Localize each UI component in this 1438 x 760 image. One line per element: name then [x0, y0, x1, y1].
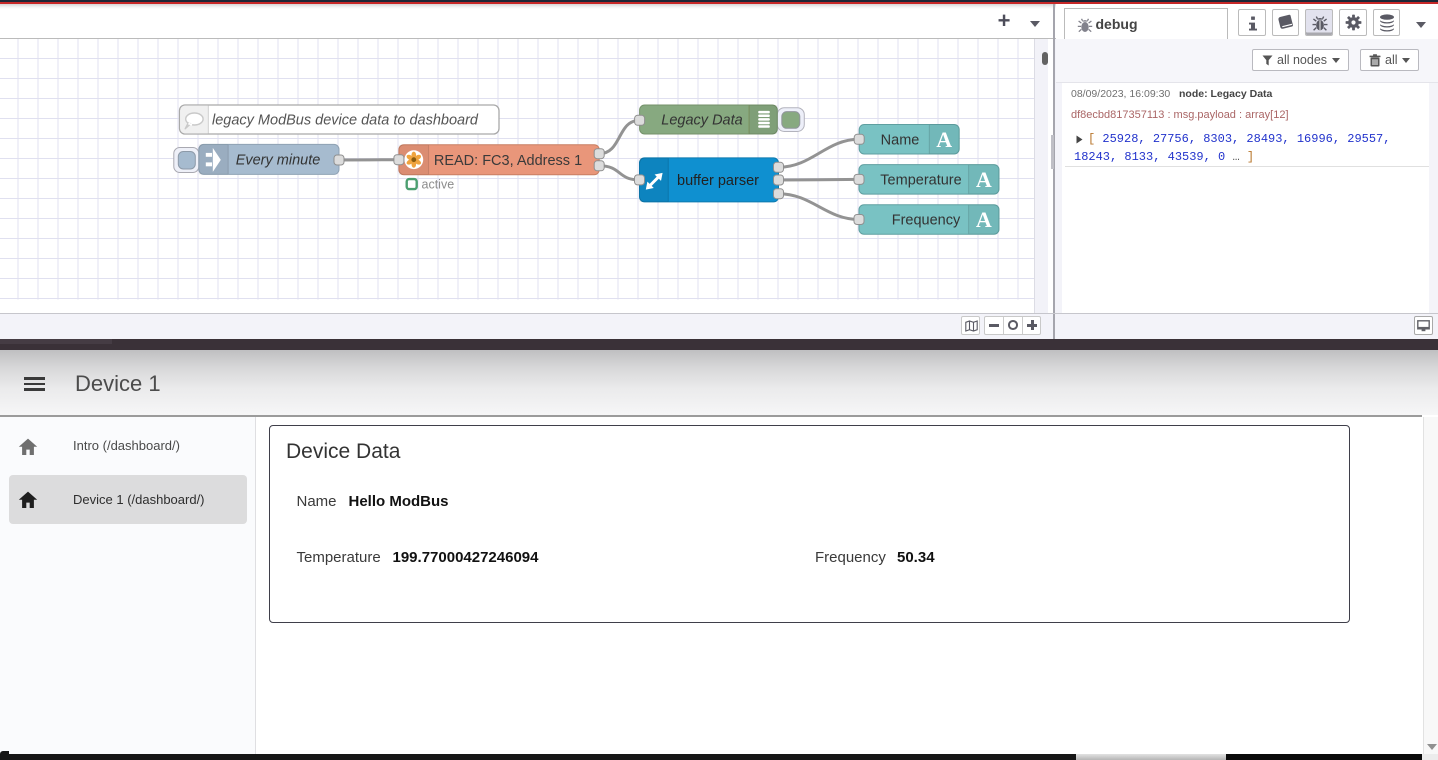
svg-text:Temperature: Temperature	[880, 172, 961, 188]
svg-text:Name: Name	[881, 132, 920, 148]
svg-text:buffer parser: buffer parser	[677, 173, 759, 189]
svg-text:READ: FC3, Address 1: READ: FC3, Address 1	[434, 153, 582, 169]
svg-text:A: A	[976, 207, 992, 232]
svg-text:A: A	[976, 167, 992, 192]
svg-text:active: active	[422, 177, 455, 191]
svg-text:Legacy Data: Legacy Data	[661, 113, 742, 129]
svg-text:Every minute: Every minute	[236, 153, 321, 169]
svg-text:A: A	[936, 127, 952, 152]
svg-text:Frequency: Frequency	[892, 213, 961, 229]
svg-text:legacy ModBus device data to d: legacy ModBus device data to dashboard	[212, 113, 479, 129]
